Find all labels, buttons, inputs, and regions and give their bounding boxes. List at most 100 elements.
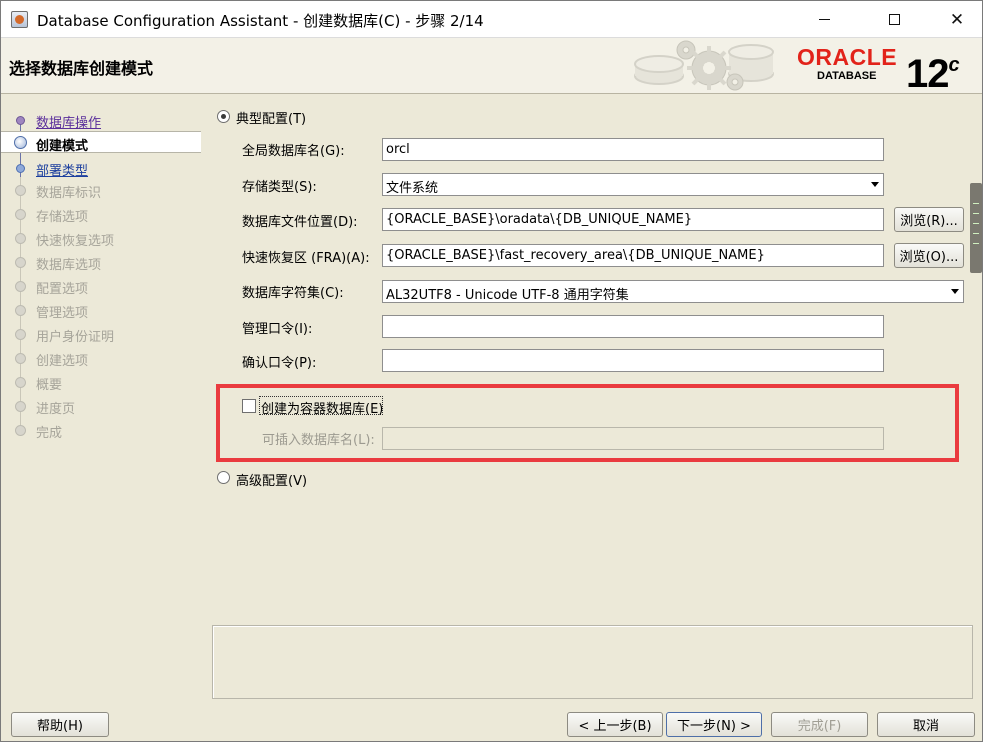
advanced-config-label[interactable]: 高级配置(V) (236, 470, 307, 489)
storage-type-select[interactable]: 文件系统 (382, 173, 884, 196)
close-icon: ✕ (949, 9, 965, 30)
nav-step-item: 数据库选项 (1, 251, 201, 273)
nav-step-label: 用户身份证明 (36, 330, 115, 345)
nav-step-label: 创建模式 (36, 139, 89, 154)
side-scroll-handle[interactable] (970, 183, 982, 273)
gears-decoration-icon (634, 40, 774, 91)
nav-step-label: 快速恢复选项 (36, 234, 115, 249)
nav-step-item[interactable]: 部署类型 (1, 157, 201, 179)
container-db-label[interactable]: 创建为容器数据库(E) (261, 398, 383, 417)
nav-step-label: 数据库选项 (36, 258, 102, 273)
grip-line (973, 233, 979, 234)
nav-step-item: 管理选项 (1, 299, 201, 321)
nav-step-label: 进度页 (36, 402, 76, 417)
confirm-password-input[interactable] (382, 349, 884, 372)
chevron-down-icon (951, 289, 959, 294)
version-badge: 12c (906, 43, 960, 96)
minimize-button[interactable] (801, 1, 847, 38)
grip-line (973, 203, 979, 204)
nav-step-label: 完成 (36, 426, 63, 441)
grip-line (973, 213, 979, 214)
chevron-down-icon (871, 182, 879, 187)
step-dot-icon (15, 401, 26, 412)
fra-label: 快速恢复区 (FRA)(A): (242, 251, 370, 266)
container-db-checkbox[interactable] (242, 399, 256, 413)
title-bar: Database Configuration Assistant - 创建数据库… (1, 1, 982, 38)
oracle-wordmark: ORACLE (797, 44, 898, 70)
charset-select[interactable]: AL32UTF8 - Unicode UTF-8 通用字符集 (382, 280, 964, 303)
maximize-button[interactable] (871, 1, 917, 38)
grip-line (973, 223, 979, 224)
pluggable-db-name-label: 可插入数据库名(L): (262, 433, 375, 448)
nav-step-label: 管理选项 (36, 306, 89, 321)
oracle-logo: ORACLE DATABASE (797, 45, 905, 83)
maximize-icon (888, 14, 900, 25)
step-dot-icon (14, 136, 27, 149)
back-button[interactable]: < 上一步(B) (567, 712, 663, 737)
step-dot-icon (15, 425, 26, 436)
nav-step-item: 概要 (1, 371, 201, 393)
db-file-location-label: 数据库文件位置(D): (242, 215, 358, 230)
step-dot-icon (15, 377, 26, 388)
step-dot-icon (15, 233, 26, 244)
oracle-database-label: DATABASE (817, 70, 877, 82)
fra-input[interactable]: {ORACLE_BASE}\fast_recovery_area\{DB_UNI… (382, 244, 884, 267)
browse-fra-button[interactable]: 浏览(O)... (894, 243, 964, 268)
nav-step-item: 数据库标识 (1, 179, 201, 201)
page-title: 选择数据库创建模式 (9, 59, 154, 78)
java-app-icon (11, 11, 28, 28)
step-dot-icon (15, 329, 26, 340)
nav-step-label: 数据库操作 (36, 116, 102, 131)
main-content: 典型配置(T) 全局数据库名(G): orcl 存储类型(S): 文件系统 数据… (203, 95, 982, 705)
close-button[interactable]: ✕ (934, 1, 980, 38)
admin-password-input[interactable] (382, 315, 884, 338)
nav-step-item: 进度页 (1, 395, 201, 417)
nav-step-item: 用户身份证明 (1, 323, 201, 345)
step-dot-icon (15, 281, 26, 292)
help-button[interactable]: 帮助(H) (11, 712, 109, 737)
nav-step-item: 快速恢复选项 (1, 227, 201, 249)
step-dot-icon (15, 209, 26, 220)
global-db-name-label: 全局数据库名(G): (242, 144, 345, 159)
footer-bar: 帮助(H) < 上一步(B) 下一步(N) > 完成(F) 取消 (1, 705, 982, 741)
nav-step-label: 创建选项 (36, 354, 89, 369)
nav-step-label: 配置选项 (36, 282, 89, 297)
message-area (212, 625, 973, 699)
nav-step-item[interactable]: 数据库操作 (1, 109, 201, 131)
next-button[interactable]: 下一步(N) > (666, 712, 762, 737)
typical-config-label[interactable]: 典型配置(T) (236, 108, 306, 127)
step-navigation: 数据库操作创建模式部署类型 数据库标识存储选项快速恢复选项 数据库选项配置选项管理选… (1, 95, 201, 705)
charset-value: AL32UTF8 - Unicode UTF-8 通用字符集 (386, 288, 629, 303)
step-dot-icon (15, 257, 26, 268)
step-dot-icon (15, 305, 26, 316)
nav-step-item: 配置选项 (1, 275, 201, 297)
grip-line (973, 243, 979, 244)
typical-config-radio[interactable] (217, 110, 230, 123)
version-number: 12 (906, 52, 949, 96)
confirm-password-label: 确认口令(P): (242, 356, 317, 371)
window-title: Database Configuration Assistant - 创建数据库… (37, 12, 484, 30)
finish-button[interactable]: 完成(F) (771, 712, 868, 737)
step-dot-icon (15, 353, 26, 364)
nav-step-item: 创建模式 (1, 131, 201, 154)
nav-step-item: 完成 (1, 419, 201, 441)
nav-step-label: 部署类型 (36, 164, 89, 179)
db-file-location-input[interactable]: {ORACLE_BASE}\oradata\{DB_UNIQUE_NAME} (382, 208, 884, 231)
version-suffix: c (948, 54, 960, 76)
nav-step-label: 存储选项 (36, 210, 89, 225)
storage-type-value: 文件系统 (386, 181, 439, 196)
minimize-icon (818, 19, 830, 20)
admin-password-label: 管理口令(I): (242, 322, 313, 337)
cancel-button[interactable]: 取消 (877, 712, 975, 737)
nav-step-item: 创建选项 (1, 347, 201, 369)
nav-step-item: 存储选项 (1, 203, 201, 225)
step-dot-icon (16, 116, 25, 125)
step-dot-icon (15, 185, 26, 196)
browse-db-location-button[interactable]: 浏览(R)... (894, 207, 964, 232)
charset-label: 数据库字符集(C): (242, 286, 344, 301)
pluggable-db-name-input[interactable] (382, 427, 884, 450)
global-db-name-input[interactable]: orcl (382, 138, 884, 161)
header-banner: 选择数据库创建模式 ORACLE DATABASE 12c (1, 38, 982, 96)
advanced-config-radio[interactable] (217, 471, 230, 484)
storage-type-label: 存储类型(S): (242, 180, 317, 195)
